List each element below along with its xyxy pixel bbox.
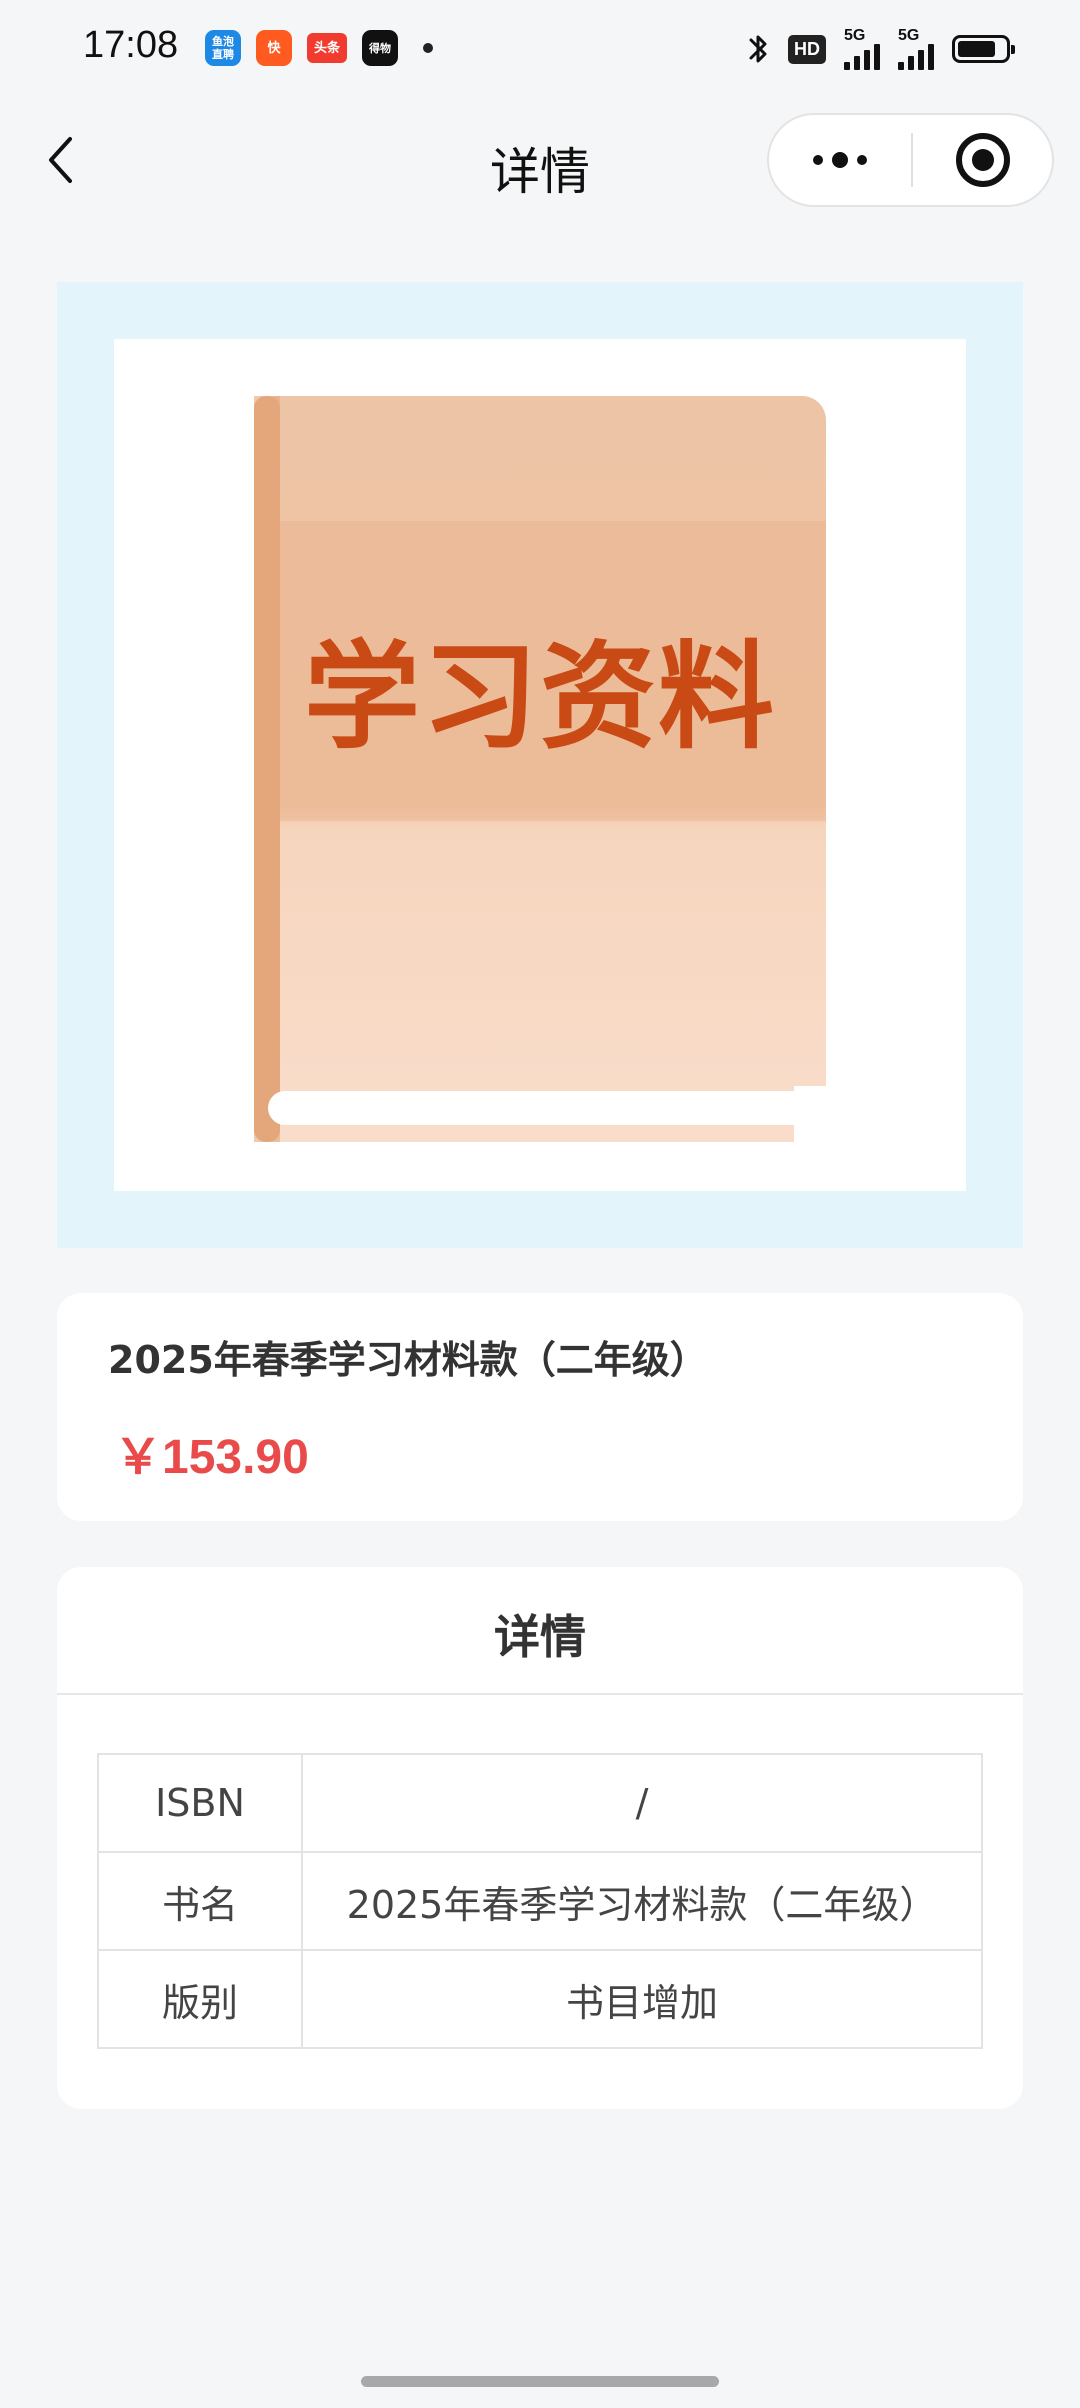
kuaishou-label: 快	[267, 40, 281, 56]
battery-icon	[952, 35, 1015, 63]
battery-level	[958, 41, 995, 57]
close-miniprogram-button[interactable]	[913, 115, 1052, 205]
hd-voice-icon: HD	[788, 34, 826, 64]
toutiao-label: 头条	[313, 40, 340, 56]
signal-5g-label: 5G	[844, 27, 866, 44]
book-cover-illustration: 学习资料	[254, 396, 826, 1142]
product-info-card: 2025年春季学习材料款（二年级） ￥153.90	[57, 1293, 1023, 1521]
detail-table: ISBN / 书名 2025年春季学习材料款（二年级） 版别 书目增加	[97, 1753, 983, 2049]
detail-card: 详情 ISBN / 书名 2025年春季学习材料款（二年级） 版别 书目增加	[57, 1567, 1023, 2109]
product-image: 学习资料	[114, 339, 966, 1191]
table-label-cell: 书名	[97, 1851, 303, 1951]
product-image-panel[interactable]: 学习资料	[57, 282, 1023, 1248]
signal-5g-secondary-label: 5G	[898, 27, 920, 44]
notification-icons: 鱼泡 直聘 快 头条 得物	[205, 30, 433, 66]
book-cover-title: 学习资料	[304, 630, 776, 765]
status-bar: 17:08 鱼泡 直聘 快 头条 得物 HD 5G 5G	[0, 0, 1080, 96]
signal-bars	[844, 44, 880, 70]
toutiao-icon: 头条	[307, 33, 347, 63]
miniprogram-capsule	[767, 113, 1054, 207]
system-status-icons: HD 5G 5G	[746, 28, 1015, 70]
product-price: ￥153.90	[114, 1431, 309, 1484]
table-label-cell: 版别	[97, 1949, 303, 2049]
dewu-label: 得物	[369, 41, 391, 55]
dewu-icon: 得物	[362, 30, 398, 66]
fish-app-icon: 鱼泡 直聘	[205, 30, 241, 66]
table-row: 书名 2025年春季学习材料款（二年级）	[97, 1851, 983, 1951]
product-title: 2025年春季学习材料款（二年级）	[108, 1338, 708, 1382]
more-dots-icon	[813, 152, 867, 168]
kuaishou-icon: 快	[256, 30, 292, 66]
table-row: ISBN /	[97, 1753, 983, 1853]
nav-bar: 详情	[0, 110, 1080, 210]
table-value-cell: /	[301, 1753, 983, 1853]
target-circle-icon	[955, 133, 1010, 187]
signal-5g-secondary-icon: 5G	[898, 28, 934, 70]
signal-bars-secondary	[898, 44, 934, 70]
table-label-cell: ISBN	[97, 1753, 303, 1853]
table-row: 版别 书目增加	[97, 1949, 983, 2049]
home-indicator[interactable]	[361, 2376, 719, 2387]
table-value-cell: 2025年春季学习材料款（二年级）	[301, 1851, 983, 1951]
more-notifications-dot-icon	[423, 43, 433, 53]
fish-app-label-top: 鱼泡	[212, 35, 234, 48]
status-time: 17:08	[83, 24, 179, 66]
bluetooth-icon	[746, 31, 770, 67]
detail-heading: 详情	[494, 1610, 586, 1664]
fish-app-label-bottom: 直聘	[212, 48, 234, 61]
signal-5g-icon: 5G	[844, 28, 880, 70]
table-value-cell: 书目增加	[301, 1949, 983, 2049]
more-button[interactable]	[769, 115, 911, 205]
detail-divider	[57, 1693, 1023, 1695]
